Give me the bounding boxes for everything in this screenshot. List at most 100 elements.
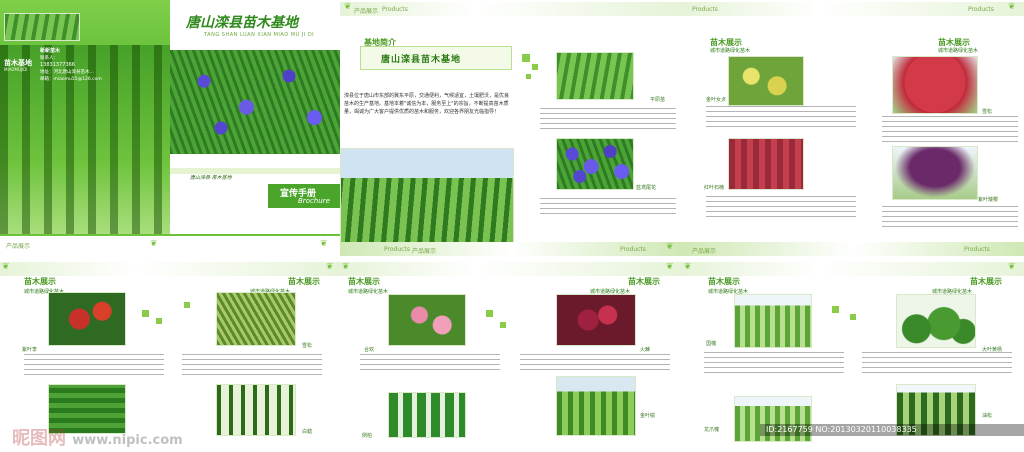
body-text-block — [706, 196, 856, 220]
product-image — [892, 146, 978, 200]
contact-email: 邮箱：miaomu55@126.com — [40, 77, 102, 82]
watermark-site: 昵图网 www.nipic.com — [12, 424, 183, 450]
section-subtitle-right: 城市道路绿化苗木 — [938, 48, 979, 54]
cover-title-pinyin: TANG SHAN LUAN XIAN MIAO MU JI DI — [204, 32, 315, 38]
iris-image — [556, 138, 634, 190]
contact-address: 地址：河北唐山滦县苗木… — [40, 70, 94, 75]
deco-square — [532, 64, 538, 70]
leaf-icon: ❦ — [1008, 2, 1016, 12]
body-text-block — [182, 354, 322, 378]
cover-right-page: 唐山滦县苗木基地 TANG SHAN LUAN XIAN MIAO MU JI … — [170, 0, 340, 256]
watermark-site-url: www.nipic.com — [72, 433, 183, 448]
products-spread-1: Products Products ❦ 苗木展示 苗木展示 城市道路绿化苗木 城… — [682, 0, 1024, 256]
deco-square — [156, 318, 162, 324]
footer-products-cn: 产品展示 — [692, 248, 717, 255]
product-caption: 国槐 — [706, 341, 717, 347]
body-text-block — [540, 198, 676, 218]
field-image — [556, 52, 634, 100]
product-image — [892, 56, 978, 114]
deco-square — [850, 314, 856, 320]
section-tag-right: 苗木展示 — [970, 277, 1002, 286]
deco-square — [486, 310, 493, 317]
page-header: ❦ ❦ — [340, 262, 682, 276]
header-products: Products — [692, 6, 718, 13]
contact-phone: 13831377366 — [40, 62, 75, 68]
iris-caption: 蓝鸢尾花 — [636, 185, 657, 191]
header-products: Products — [382, 6, 408, 13]
section-tag-right: 苗木展示 — [288, 277, 320, 286]
section-tag: 苗木展示 — [708, 277, 740, 286]
product-image — [896, 294, 976, 348]
body-text-block — [704, 352, 844, 376]
body-text-block — [862, 352, 1012, 376]
product-image — [556, 294, 636, 346]
leaf-icon: ❦ — [684, 262, 692, 272]
product-image — [734, 294, 812, 348]
page-footer: Products 产品展示 Products ❦ — [340, 242, 682, 256]
intro-heading-box: 唐山滦县苗木基地 — [360, 46, 512, 70]
product-caption: 火棘 — [640, 347, 651, 353]
product-image — [48, 292, 126, 346]
body-text-block — [520, 354, 670, 374]
leaf-icon: ❦ — [344, 2, 352, 12]
deco-square — [522, 54, 530, 62]
body-text-block — [882, 206, 1018, 228]
body-text-block — [360, 354, 500, 374]
product-image — [556, 376, 636, 436]
brochure-en: Brochure — [298, 197, 330, 205]
field-caption: 平原苗 — [650, 97, 666, 103]
cover-left-page: 苗木基地 MIAOMUJIDI 新新苗木 联系人： 13831377366 地址… — [0, 0, 170, 256]
footer-products: Products — [964, 246, 990, 253]
product-caption: 侧柏 — [362, 433, 373, 439]
product-image — [388, 294, 466, 346]
product-caption: 白蜡 — [302, 429, 313, 435]
watermark-site-cn: 昵图网 — [12, 428, 66, 449]
deco-square — [184, 302, 190, 308]
leaf-icon: ❦ — [150, 239, 158, 249]
intro-heading: 唐山滦县苗木基地 — [381, 55, 462, 65]
page-header: Products Products ❦ — [682, 2, 1024, 16]
page-header: ❦ Products 产品展示 — [340, 2, 682, 16]
product-caption: 紫叶李 — [22, 347, 38, 353]
product-image — [728, 138, 804, 190]
product-caption: 油松 — [982, 413, 993, 419]
deco-square — [500, 322, 506, 328]
leaf-icon: ❦ — [320, 239, 328, 249]
footer-products-right: Products — [620, 246, 646, 253]
leaf-icon: ❦ — [666, 262, 674, 272]
cover-logo-sub: MIAOMUJIDI — [4, 67, 28, 72]
footer-products: Products — [384, 246, 410, 253]
contact-block: 新新苗木 联系人： 13831377366 地址：河北唐山滦县苗木… 邮箱：mi… — [40, 48, 160, 83]
body-text-block — [882, 116, 1018, 144]
section-subtitle: 城市道路绿化苗木 — [348, 289, 389, 295]
page-footer: 产品展示 Products — [682, 242, 1024, 256]
cover-spread: 苗木基地 MIAOMUJIDI 新新苗木 联系人： 13831377366 地址… — [0, 0, 340, 256]
product-image — [216, 292, 296, 346]
product-image — [388, 392, 466, 438]
product-caption: 合欢 — [364, 347, 375, 353]
watermark-id: ID:2167759 NO:20130320110038335 — [766, 425, 917, 434]
product-caption: 紫叶矮樱 — [978, 197, 999, 203]
leaf-icon: ❦ — [342, 262, 350, 272]
products-spread-3: ❦ ❦ 苗木展示 苗木展示 城市道路绿化苗木 城市道路绿化苗木 合欢 火棘 侧柏… — [340, 262, 682, 452]
section-subtitle: 城市道路绿化苗木 — [710, 48, 751, 54]
product-caption: 雪松 — [982, 109, 993, 115]
deco-square — [142, 310, 149, 317]
leaf-icon: ❦ — [1008, 262, 1016, 272]
cover-title: 唐山滦县苗木基地 — [186, 15, 298, 31]
cover-thumb-image — [4, 13, 80, 41]
page-header: ❦ ❦ — [0, 262, 340, 276]
product-image — [728, 56, 804, 106]
leaf-icon: ❦ — [666, 242, 674, 252]
product-caption: 金叶榆 — [640, 413, 656, 419]
section-tag: 苗木展示 — [348, 277, 380, 286]
footer-products-cn: 产品展示 — [412, 248, 437, 255]
contact-company: 新新苗木 — [40, 48, 61, 54]
section-tag: 苗木展示 — [24, 277, 56, 286]
deco-square — [526, 74, 531, 79]
deco-square — [832, 306, 839, 313]
body-text-block — [706, 106, 856, 130]
header-products-cn: 产品展示 — [354, 8, 379, 15]
footer-products-cn: 产品展示 — [6, 243, 31, 250]
cover-slogan: 唐山滦县·苗木基地 — [190, 175, 232, 181]
